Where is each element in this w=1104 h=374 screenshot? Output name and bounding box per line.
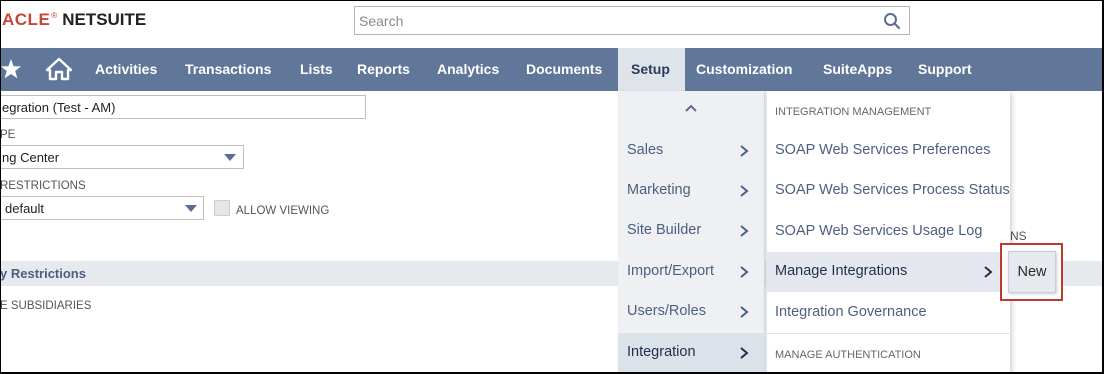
chevron-right-icon	[984, 266, 993, 278]
name-field[interactable]: egration (Test - AM)	[0, 95, 366, 119]
subsidiaries-label: E SUBSIDIARIES	[0, 300, 92, 312]
setup-menu-item-sales[interactable]: Sales	[618, 131, 765, 171]
search-input[interactable]	[359, 11, 859, 31]
oracle-netsuite-logo[interactable]: ACLE® NETSUITE	[2, 10, 146, 30]
type-label: PE	[0, 129, 16, 141]
setup-menu-item-import-export[interactable]: Import/Export	[618, 252, 765, 292]
nav-analytics[interactable]: Analytics	[437, 48, 499, 91]
chevron-right-icon	[740, 185, 749, 197]
logo-netsuite-text: NETSUITE	[62, 10, 147, 29]
menu-item-label: Sales	[627, 142, 664, 158]
search-icon[interactable]	[883, 12, 901, 30]
nav-reports[interactable]: Reports	[357, 48, 410, 91]
menu-item-label: Manage Integrations	[775, 263, 908, 279]
submenu-divider	[767, 333, 1011, 334]
nav-setup[interactable]: Setup	[631, 48, 670, 91]
setup-menu-item-marketing[interactable]: Marketing	[618, 171, 765, 211]
nav-lists[interactable]: Lists	[300, 48, 333, 91]
menu-item-label: Integration Governance	[775, 304, 927, 320]
chevron-up-icon[interactable]	[684, 103, 698, 113]
chevron-down-icon[interactable]	[224, 154, 236, 161]
submenu-item-integration-governance[interactable]: Integration Governance	[767, 293, 1011, 333]
chevron-right-icon	[740, 347, 749, 359]
background-text-fragment: NS	[1010, 229, 1027, 243]
menu-item-label: SOAP Web Services Process Status	[775, 182, 1010, 198]
restrictions-select-value: default	[5, 201, 45, 216]
submenu-item-soap-preferences[interactable]: SOAP Web Services Preferences	[767, 131, 1011, 171]
nav-customization[interactable]: Customization	[696, 48, 792, 91]
new-integration-button[interactable]: New	[1008, 251, 1056, 293]
submenu-item-manage-integrations[interactable]: Manage Integrations	[767, 252, 1011, 292]
allow-viewing-label: ALLOW VIEWING	[236, 205, 330, 217]
logo-oracle-text: ACLE	[2, 10, 51, 29]
allow-viewing-checkbox[interactable]	[214, 200, 230, 216]
menu-item-label: Marketing	[627, 182, 691, 198]
restrictions-select[interactable]: default	[0, 196, 204, 220]
section-title: y Restrictions	[0, 266, 86, 281]
global-search[interactable]	[354, 6, 910, 35]
chevron-right-icon	[740, 225, 749, 237]
nav-transactions[interactable]: Transactions	[185, 48, 271, 91]
menu-item-label: SOAP Web Services Preferences	[775, 142, 991, 158]
menu-item-label: SOAP Web Services Usage Log	[775, 223, 983, 239]
logo-reg-mark: ®	[51, 11, 58, 21]
name-field-value: egration (Test - AM)	[2, 100, 116, 115]
submenu-heading-manage-authentication: MANAGE AUTHENTICATION	[775, 349, 921, 361]
menu-item-label: Integration	[627, 344, 696, 360]
integration-submenu: INTEGRATION MANAGEMENT SOAP Web Services…	[766, 91, 1011, 374]
setup-menu-item-users-roles[interactable]: Users/Roles	[618, 292, 765, 332]
menu-item-label: Users/Roles	[627, 303, 706, 319]
submenu-item-soap-usage-log[interactable]: SOAP Web Services Usage Log	[767, 212, 1011, 252]
chevron-down-icon[interactable]	[185, 205, 197, 212]
chevron-right-icon	[740, 306, 749, 318]
top-header: ACLE® NETSUITE	[0, 0, 1104, 48]
chevron-right-icon	[740, 145, 749, 157]
nav-support[interactable]: Support	[918, 48, 972, 91]
type-select-value: ng Center	[2, 150, 60, 165]
restrictions-label: RESTRICTIONS	[0, 180, 86, 192]
submenu-item-soap-process-status[interactable]: SOAP Web Services Process Status	[767, 171, 1011, 211]
star-icon[interactable]	[0, 56, 22, 82]
nav-activities[interactable]: Activities	[95, 48, 157, 91]
type-select[interactable]: ng Center	[0, 145, 244, 169]
setup-menu-item-integration[interactable]: Integration	[618, 333, 765, 373]
setup-menu: Sales Marketing Site Builder Import/Expo…	[618, 91, 765, 374]
menu-item-label: Import/Export	[627, 263, 715, 279]
nav-suiteapps[interactable]: SuiteApps	[823, 48, 892, 91]
nav-documents[interactable]: Documents	[526, 48, 602, 91]
home-icon[interactable]	[46, 57, 72, 81]
submenu-heading-integration-management: INTEGRATION MANAGEMENT	[775, 106, 932, 118]
chevron-right-icon	[740, 266, 749, 278]
menu-item-label: Site Builder	[627, 222, 702, 238]
setup-menu-item-site-builder[interactable]: Site Builder	[618, 211, 765, 251]
